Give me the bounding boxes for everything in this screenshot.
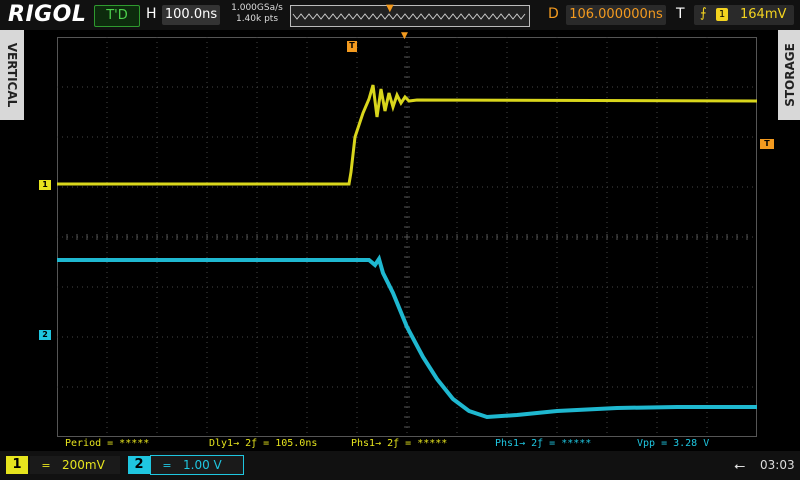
timebase-value[interactable]: 100.0ns	[162, 5, 220, 25]
memory-depth: 1.40k pts	[235, 14, 279, 24]
ch1-scale-box[interactable]: = 200mV	[30, 456, 120, 474]
dc-coupling-icon: =	[41, 459, 51, 472]
horizontal-trigger-arrow-icon: ▼	[401, 31, 408, 41]
measurement-vpp: Vpp = 3.28 V	[637, 438, 710, 449]
ch2-offset-marker[interactable]: 2	[39, 330, 51, 340]
horizontal-label: H	[146, 6, 157, 22]
ch1-trace	[57, 84, 757, 186]
delay-value[interactable]: 106.000000ns	[566, 5, 666, 25]
usb-icon: ⭠	[734, 458, 746, 474]
sample-info: 1.000GSa/s 1.40k pts	[226, 3, 288, 25]
memory-position-bar[interactable]: ▼	[290, 3, 530, 27]
measurement-phase-fall: Phs1→ 2ƒ = *****	[495, 438, 592, 449]
ch1-offset-marker[interactable]: 1	[39, 180, 51, 190]
waveform-display[interactable]	[57, 37, 757, 437]
ch2-scale-value: 1.00 V	[183, 458, 222, 472]
bottom-status-bar	[0, 451, 800, 480]
storage-menu-tab[interactable]: STORAGE	[778, 30, 800, 120]
top-status-bar: RIGOL T'D H 100.0ns 1.000GSa/s 1.40k pts…	[0, 0, 800, 30]
ch1-button[interactable]: 1	[6, 456, 28, 474]
ch2-trace	[57, 254, 757, 420]
measurement-phase-rise: Phs1→ 2ƒ = *****	[351, 438, 448, 449]
measurement-delay: Dly1→ 2ƒ = 105.0ns	[209, 438, 318, 449]
trigger-source-badge: 1	[716, 8, 728, 21]
measurement-bar: Period = ***** Dly1→ 2ƒ = 105.0ns Phs1→ …	[57, 437, 757, 451]
sample-rate: 1.000GSa/s	[231, 3, 283, 13]
trigger-position-marker[interactable]: T	[347, 41, 357, 52]
trigger-label: T	[676, 6, 685, 22]
storage-tab-label: STORAGE	[783, 43, 797, 107]
vertical-tab-label: VERTICAL	[5, 42, 19, 108]
trigger-position-icon: ▼	[386, 3, 394, 14]
trigger-level-value: 164mV	[740, 7, 787, 22]
trigger-status-badge[interactable]: T'D	[94, 5, 140, 27]
dc-coupling-icon: =	[162, 459, 172, 472]
delay-label: D	[548, 6, 559, 22]
ch1-scale-value: 200mV	[62, 458, 105, 472]
brand-logo: RIGOL	[8, 2, 87, 27]
measurement-period: Period = *****	[65, 438, 150, 449]
ch2-scale-box[interactable]: = 1.00 V	[150, 455, 244, 475]
vertical-menu-tab[interactable]: VERTICAL	[0, 30, 24, 120]
memory-waveform-thumbnail	[292, 13, 526, 20]
clock: 03:03	[760, 458, 795, 472]
trigger-settings[interactable]: ⨍ 1 164mV	[694, 5, 794, 25]
ch2-button[interactable]: 2	[128, 456, 150, 474]
waveform-traces	[57, 84, 757, 420]
trigger-level-marker[interactable]: T	[760, 139, 774, 149]
rising-edge-icon: ⨍	[700, 6, 707, 21]
